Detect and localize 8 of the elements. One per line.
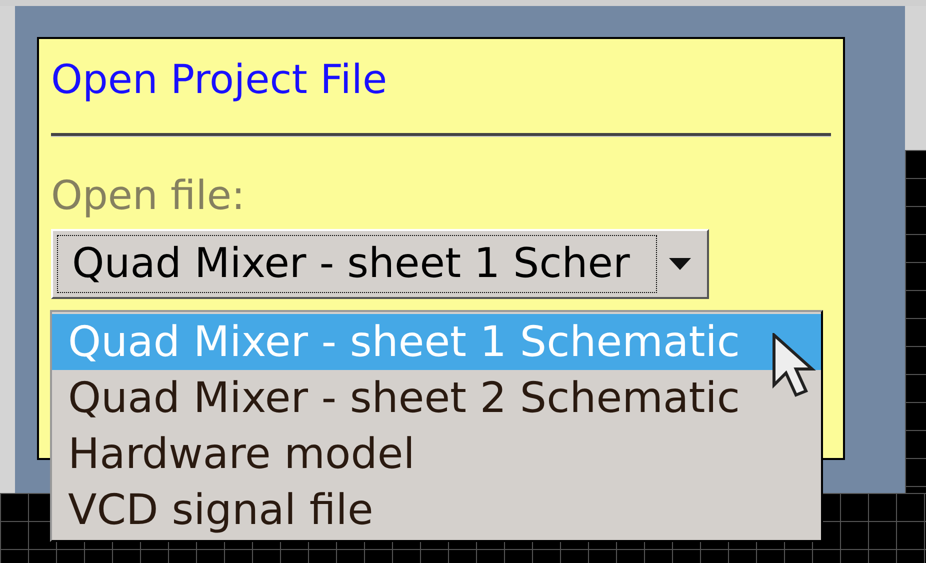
select-value: Quad Mixer - sheet 1 Scher <box>72 238 630 290</box>
dropdown-arrow-icon <box>669 258 691 270</box>
dropdown-option[interactable]: Hardware model <box>52 426 821 482</box>
dropdown-option[interactable]: VCD signal file <box>52 482 821 538</box>
dropdown-option[interactable]: Quad Mixer - sheet 2 Schematic <box>52 370 821 426</box>
file-select[interactable]: Quad Mixer - sheet 1 Scher <box>51 229 709 299</box>
dialog-title: Open Project File <box>51 56 388 105</box>
field-label: Open file: <box>51 173 246 219</box>
